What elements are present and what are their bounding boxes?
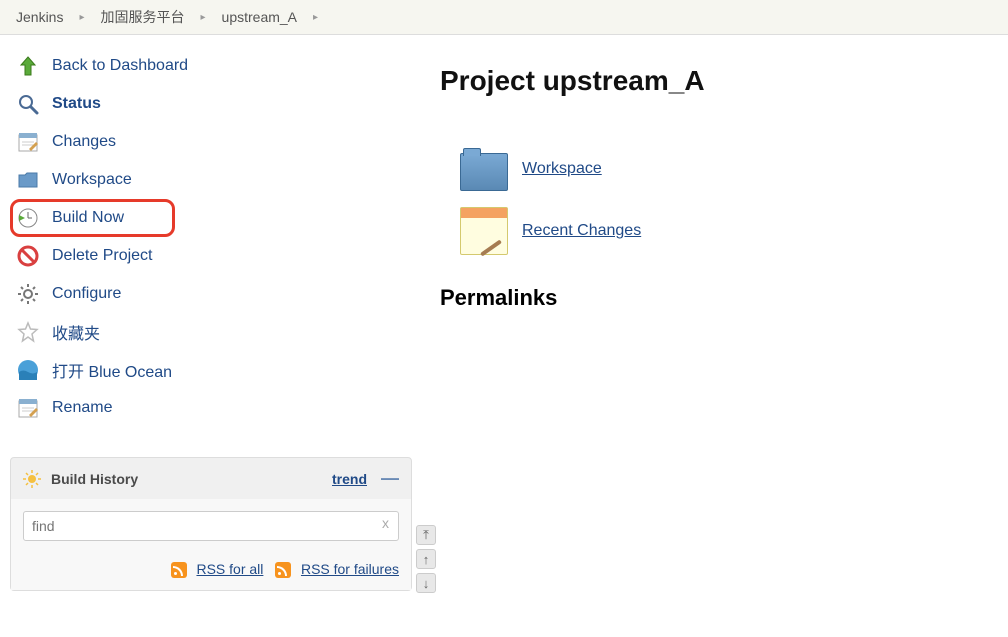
sun-icon xyxy=(23,470,41,488)
clear-icon[interactable]: x xyxy=(382,515,389,531)
sidebar-item-label: Workspace xyxy=(52,171,132,189)
arrow-up-icon xyxy=(16,54,40,78)
notepad-icon xyxy=(16,396,40,420)
breadcrumb-jenkins[interactable]: Jenkins xyxy=(10,9,69,25)
notepad-icon xyxy=(460,207,508,255)
sidebar-item-label: Delete Project xyxy=(52,247,153,265)
sidebar-item-label: Status xyxy=(52,95,101,113)
scroll-down-icon[interactable]: ↓ xyxy=(416,573,436,593)
trend-link[interactable]: trend xyxy=(332,471,367,487)
notepad-icon xyxy=(16,130,40,154)
main-panel: Project upstream_A Workspace Recent Chan… xyxy=(420,35,1008,603)
search-icon xyxy=(16,92,40,116)
gear-icon xyxy=(16,282,40,306)
star-icon xyxy=(16,320,40,344)
breadcrumb-folder[interactable]: 加固服务平台 xyxy=(95,7,191,27)
find-input[interactable] xyxy=(23,511,399,541)
sidebar-item-label: Back to Dashboard xyxy=(52,57,188,75)
chevron-right-icon: ▸ xyxy=(71,12,92,23)
build-history-panel: Build History trend — x RSS for all RSS … xyxy=(10,457,412,591)
chevron-right-icon: ▸ xyxy=(193,12,214,23)
sidebar-item-back[interactable]: Back to Dashboard xyxy=(10,47,420,85)
sidebar-item-status[interactable]: Status xyxy=(10,85,420,123)
collapse-icon[interactable]: — xyxy=(381,468,399,489)
no-entry-icon xyxy=(16,244,40,268)
sidebar-item-label: Configure xyxy=(52,285,121,303)
rss-all-link[interactable]: RSS for all xyxy=(196,561,263,577)
sidebar-item-build-now[interactable]: Build Now xyxy=(10,199,175,237)
folder-icon xyxy=(16,168,40,192)
clock-play-icon xyxy=(16,206,40,230)
folder-icon xyxy=(460,153,508,191)
blue-ocean-icon xyxy=(16,358,40,382)
chevron-right-icon: ▸ xyxy=(305,12,326,23)
page-title: Project upstream_A xyxy=(440,65,988,97)
sidebar-item-workspace[interactable]: Workspace xyxy=(10,161,420,199)
rss-icon xyxy=(275,562,291,578)
workspace-link-row[interactable]: Workspace xyxy=(440,147,988,191)
sidebar-item-delete[interactable]: Delete Project xyxy=(10,237,420,275)
permalinks-heading: Permalinks xyxy=(440,285,988,311)
sidebar-item-label: Build Now xyxy=(52,209,124,227)
breadcrumb: Jenkins ▸ 加固服务平台 ▸ upstream_A ▸ xyxy=(0,0,1008,35)
workspace-link[interactable]: Workspace xyxy=(522,160,602,178)
sidebar-item-label: Changes xyxy=(52,133,116,151)
build-history-title: Build History xyxy=(51,471,322,487)
sidebar-item-rename[interactable]: Rename xyxy=(10,389,420,427)
sidebar-item-configure[interactable]: Configure xyxy=(10,275,420,313)
breadcrumb-project[interactable]: upstream_A xyxy=(216,9,303,25)
sidebar: Back to Dashboard Status Changes Workspa… xyxy=(0,35,420,603)
recent-changes-link-row[interactable]: Recent Changes xyxy=(440,207,988,255)
scroll-top-icon[interactable]: ⤒ xyxy=(416,525,436,545)
sidebar-item-blue-ocean[interactable]: 打开 Blue Ocean xyxy=(10,351,420,389)
sidebar-item-label: Rename xyxy=(52,399,112,417)
recent-changes-link[interactable]: Recent Changes xyxy=(522,222,641,240)
sidebar-item-changes[interactable]: Changes xyxy=(10,123,420,161)
scroll-up-icon[interactable]: ↑ xyxy=(416,549,436,569)
rss-icon xyxy=(171,562,187,578)
sidebar-item-label: 收藏夹 xyxy=(52,320,100,344)
rss-failures-link[interactable]: RSS for failures xyxy=(301,561,399,577)
sidebar-item-label: 打开 Blue Ocean xyxy=(52,358,172,382)
sidebar-item-favorites[interactable]: 收藏夹 xyxy=(10,313,420,351)
